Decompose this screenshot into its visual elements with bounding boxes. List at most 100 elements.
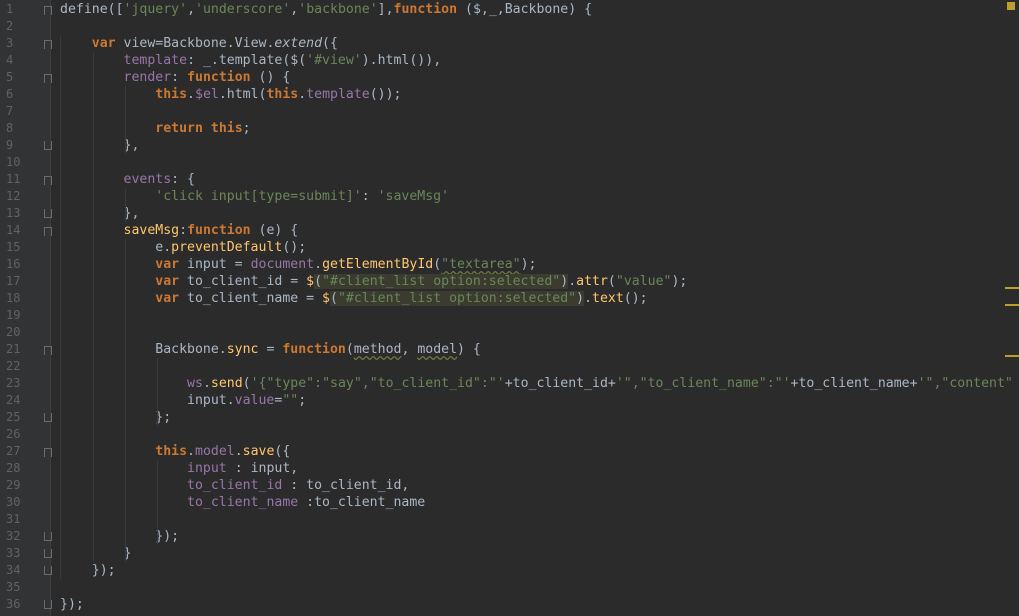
line-number: 18 — [6, 291, 21, 305]
code-token: ); — [671, 274, 688, 289]
code-token: : — [361, 189, 378, 204]
code-token: function — [187, 223, 251, 238]
code-token: getElementById — [322, 257, 434, 272]
code-line[interactable]: to_client_name :to_client_name — [60, 494, 425, 511]
code-line[interactable]: var input = document.getElementById("tex… — [60, 256, 536, 273]
fold-toggle-icon[interactable] — [44, 448, 52, 457]
code-line[interactable]: }); — [60, 528, 179, 545]
code-token: $ — [322, 291, 330, 306]
fold-toggle-icon[interactable] — [44, 141, 52, 150]
code-token: "" — [282, 393, 299, 408]
fold-toggle-icon[interactable] — [44, 176, 52, 185]
indent-guide — [157, 358, 158, 426]
fold-toggle-icon[interactable] — [44, 600, 52, 609]
warning-marker[interactable] — [1005, 304, 1019, 306]
code-line[interactable]: var to_client_name = $("#client_list opt… — [60, 290, 648, 307]
line-number-gutter[interactable]: 1 2 3 4 5 6 7 8 9 10 11 12 13 14 15 16 17 18 19 20 21 22 23 24 2… — [0, 0, 50, 616]
code-token: save — [242, 444, 275, 459]
line-number: 22 — [6, 359, 21, 373]
line-number: 33 — [6, 546, 21, 560]
code-token: ( — [329, 291, 338, 306]
fold-toggle-icon[interactable] — [44, 74, 52, 83]
code-token: template — [306, 87, 370, 102]
code-token: view=Backbone.View. — [115, 36, 275, 51]
code-token: send — [210, 376, 243, 391]
code-token: . — [584, 291, 593, 306]
line-number: 4 — [6, 53, 14, 67]
code-token: ( — [433, 257, 442, 272]
code-token: method — [353, 342, 402, 357]
warning-marker[interactable] — [1005, 287, 1019, 289]
indent-guide — [125, 188, 126, 222]
fold-toggle-icon[interactable] — [44, 413, 52, 422]
inspection-status-icon[interactable] — [1007, 2, 1015, 10]
code-line[interactable]: 'click input[type=submit]': 'saveMsg' — [60, 188, 449, 205]
code-line[interactable]: } — [60, 545, 132, 562]
code-line[interactable]: }, — [60, 137, 140, 154]
fold-toggle-icon[interactable] — [44, 40, 52, 49]
fold-toggle-icon[interactable] — [44, 6, 52, 15]
code-token: ( — [314, 274, 323, 289]
code-token: "value" — [615, 274, 672, 289]
code-token: var — [155, 291, 180, 306]
code-line[interactable]: events: { — [60, 171, 195, 188]
code-token: preventDefault — [171, 240, 283, 255]
code-token: :to_client_name — [298, 495, 426, 510]
fold-toggle-icon[interactable] — [44, 346, 52, 355]
code-token: = — [258, 342, 283, 357]
code-line[interactable]: input.value=""; — [60, 392, 306, 409]
code-token: function — [393, 2, 458, 17]
code-token: +to_client_id+ — [504, 376, 616, 391]
code-token: this — [155, 87, 188, 102]
fold-toggle-icon[interactable] — [44, 209, 52, 218]
code-token: $el — [195, 87, 219, 102]
code-line[interactable]: saveMsg:function (e) { — [60, 222, 299, 239]
code-token: . — [202, 376, 211, 391]
code-line[interactable]: }, — [60, 205, 140, 222]
code-token: 'jquery' — [123, 2, 188, 17]
code-token: , — [187, 2, 196, 17]
code-line[interactable]: var to_client_id = $("#client_list optio… — [60, 273, 687, 290]
code-token: this — [210, 121, 243, 136]
code-line[interactable]: Backbone.sync = function(method, model) … — [60, 341, 481, 358]
code-token: input — [187, 461, 227, 476]
code-line[interactable]: render: function () { — [60, 69, 291, 86]
line-number: 16 — [6, 257, 21, 271]
code-token: }); — [60, 597, 84, 612]
code-line[interactable]: var view=Backbone.View.extend({ — [60, 35, 338, 52]
fold-toggle-icon[interactable] — [44, 227, 52, 236]
code-line[interactable]: this.model.save({ — [60, 443, 290, 460]
fold-toggle-icon[interactable] — [44, 566, 52, 575]
line-number: 27 — [6, 444, 21, 458]
line-number: 9 — [6, 138, 14, 152]
gutter-separator — [50, 0, 51, 616]
code-token: (); — [282, 240, 307, 255]
code-token: e. — [60, 240, 172, 255]
line-number: 15 — [6, 240, 21, 254]
code-token: ({ — [322, 36, 338, 51]
code-line[interactable]: return this; — [60, 120, 251, 137]
line-number: 10 — [6, 155, 21, 169]
code-token: ); — [520, 257, 537, 272]
code-token: ; — [242, 121, 251, 136]
code-line[interactable]: ws.send('{"type":"say","to_client_id":"'… — [60, 375, 1013, 392]
code-line[interactable]: input : input, — [60, 460, 298, 477]
code-line[interactable]: template: _.template($('#view').html()), — [60, 52, 442, 69]
fold-toggle-icon[interactable] — [44, 549, 52, 558]
code-token: .html( — [218, 87, 267, 102]
code-editor[interactable]: 1 2 3 4 5 6 7 8 9 10 11 12 13 14 15 16 17 18 19 20 21 22 23 24 2… — [0, 0, 1019, 616]
code-line[interactable]: this.$el.html(this.template()); — [60, 86, 401, 103]
code-line[interactable]: }); — [60, 562, 116, 579]
code-token: to_client_id = — [179, 274, 307, 289]
code-token: }); — [60, 563, 116, 578]
code-token: . — [187, 87, 195, 102]
code-line[interactable]: define(['jquery','underscore','backbone'… — [60, 1, 592, 18]
code-token: render — [123, 70, 172, 85]
code-line[interactable]: }); — [60, 596, 84, 613]
code-line[interactable]: to_client_id : to_client_id, — [60, 477, 409, 494]
code-line[interactable]: }; — [60, 409, 171, 426]
warning-marker[interactable] — [1005, 355, 1019, 357]
fold-toggle-icon[interactable] — [44, 532, 52, 541]
code-line[interactable]: e.preventDefault(); — [60, 239, 306, 256]
